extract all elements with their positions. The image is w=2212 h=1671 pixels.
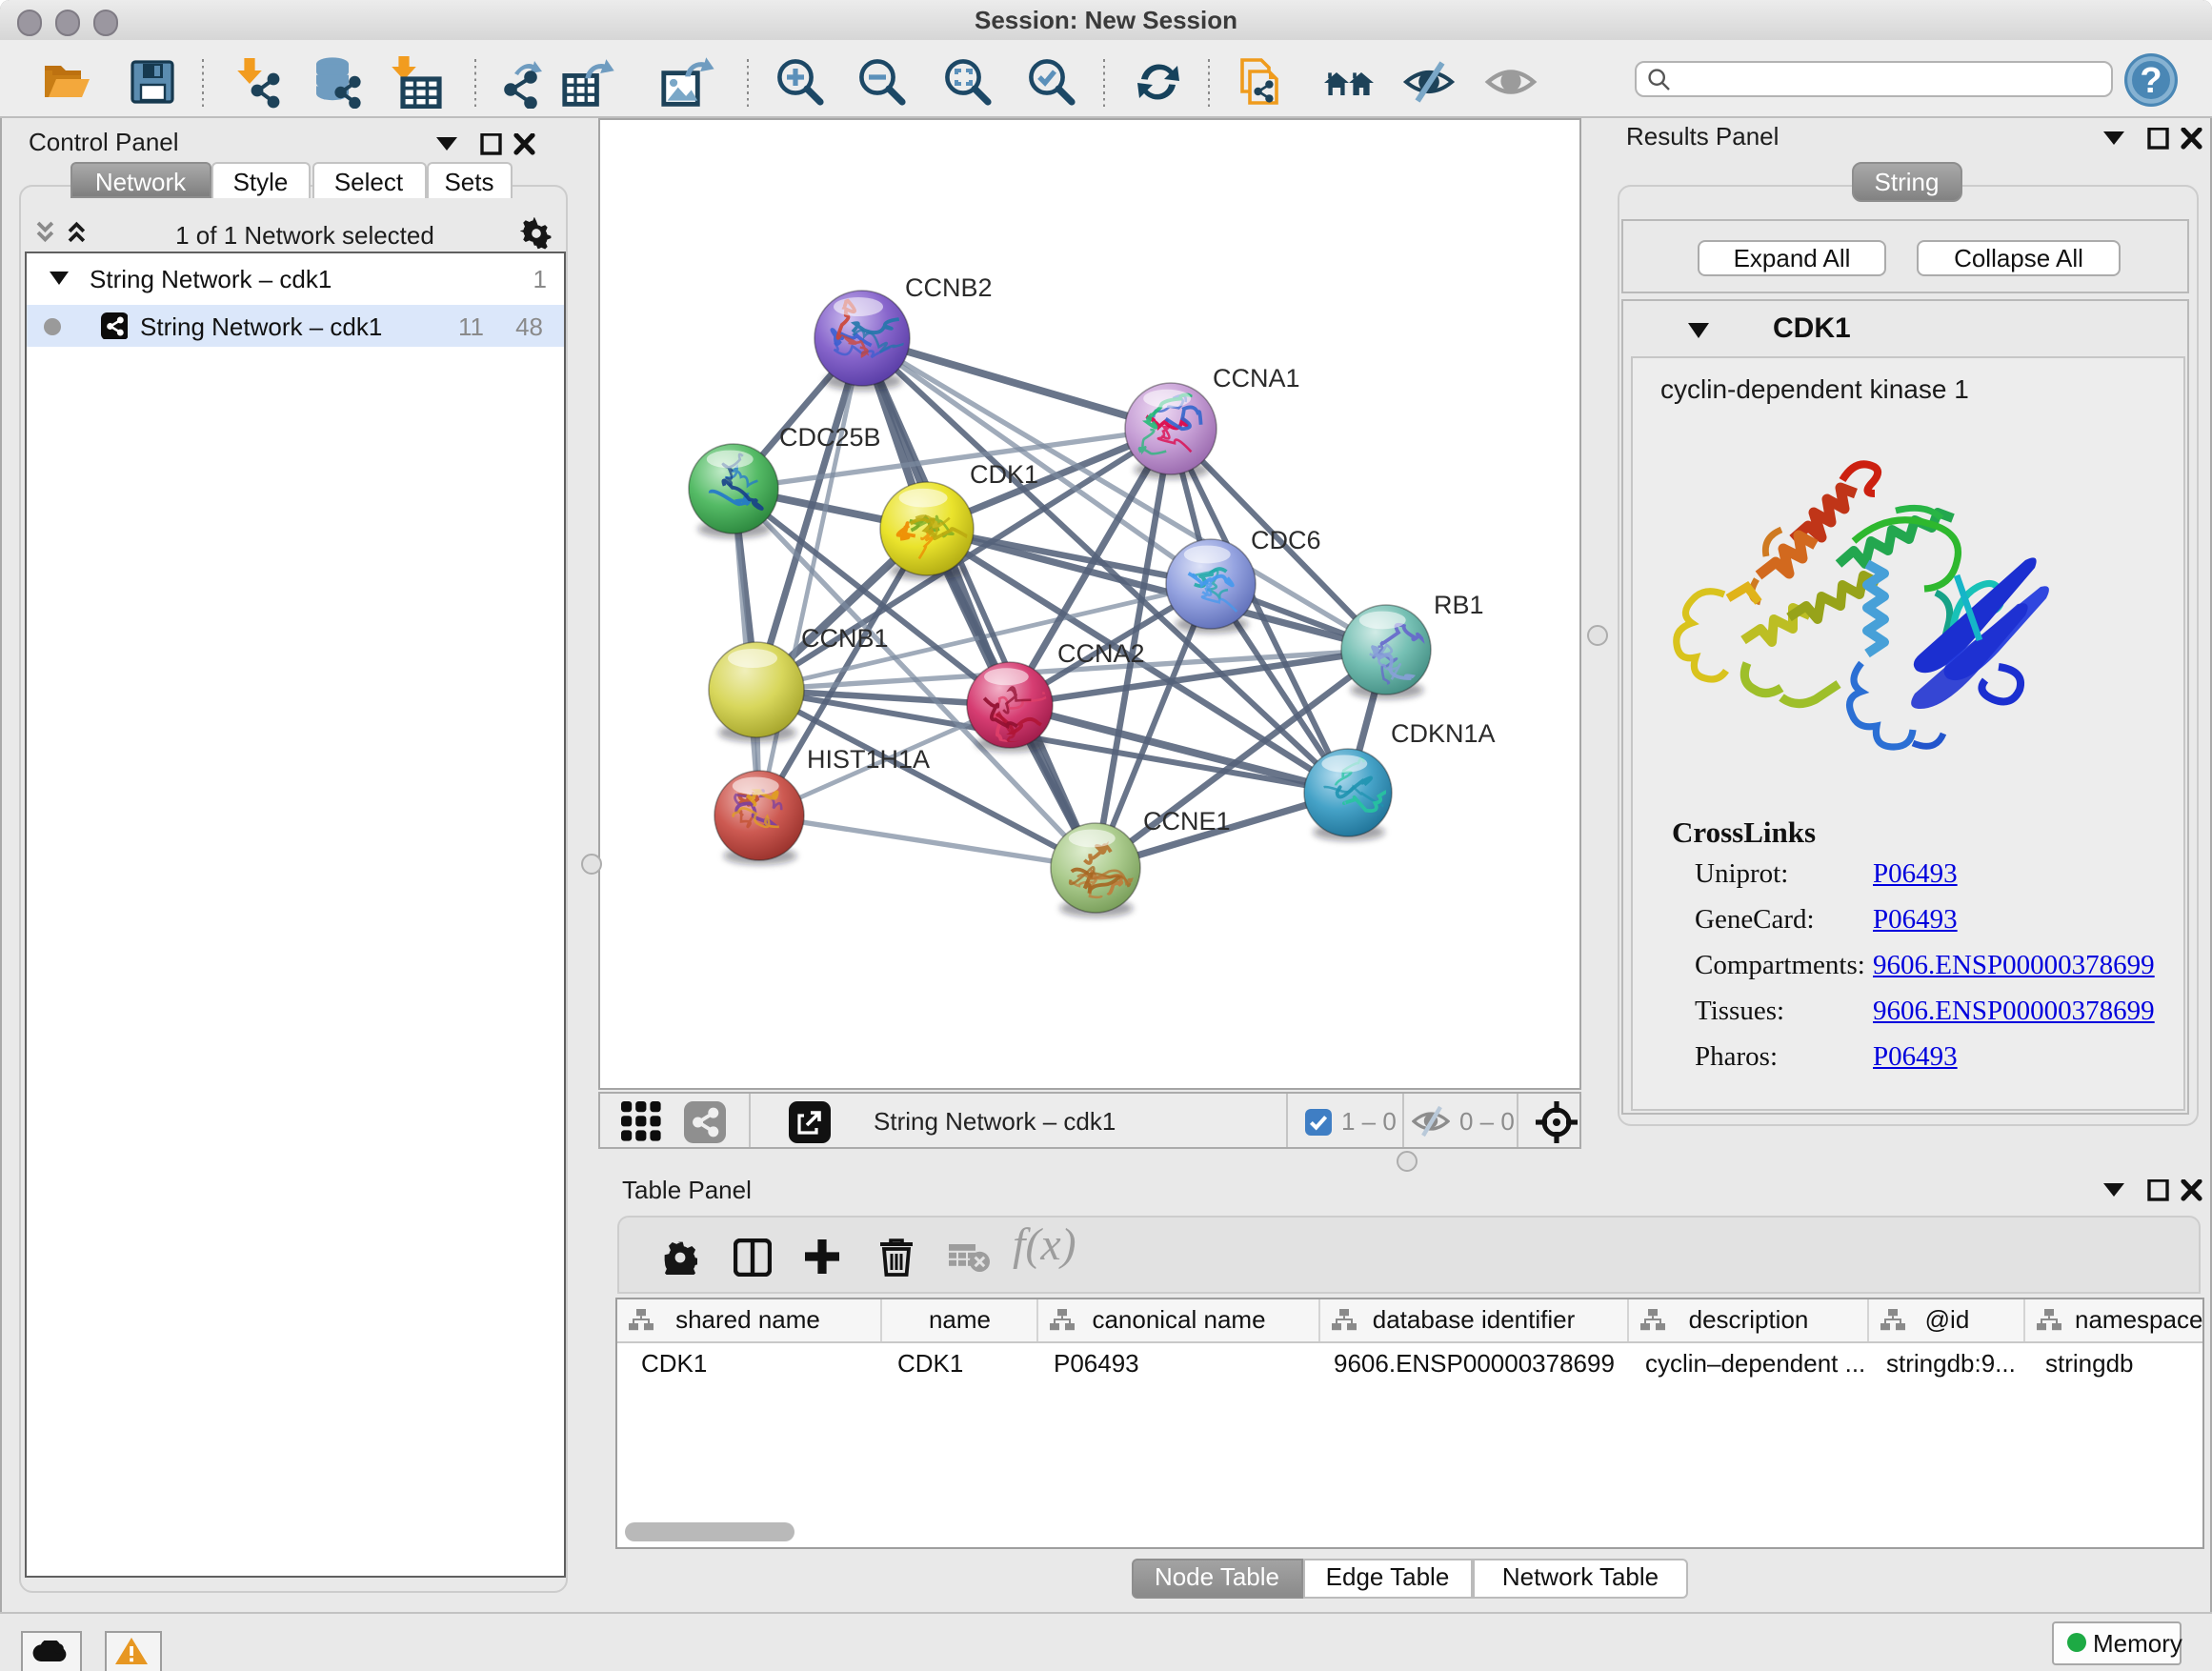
svg-text:CCNB1: CCNB1	[801, 623, 889, 652]
svg-text:HIST1H1A: HIST1H1A	[807, 744, 930, 773]
svg-text:CCNE1: CCNE1	[1143, 806, 1231, 835]
svg-text:CCNA1: CCNA1	[1213, 363, 1300, 392]
svg-text:CCNA2: CCNA2	[1057, 638, 1145, 667]
svg-text:RB1: RB1	[1434, 590, 1484, 618]
svg-text:CDC25B: CDC25B	[779, 422, 881, 451]
svg-text:CDK1: CDK1	[970, 459, 1038, 488]
svg-text:CDKN1A: CDKN1A	[1391, 718, 1496, 747]
svg-text:?: ?	[2140, 60, 2162, 100]
svg-text:CCNB2: CCNB2	[905, 272, 993, 301]
svg-text:CDC6: CDC6	[1251, 525, 1321, 554]
